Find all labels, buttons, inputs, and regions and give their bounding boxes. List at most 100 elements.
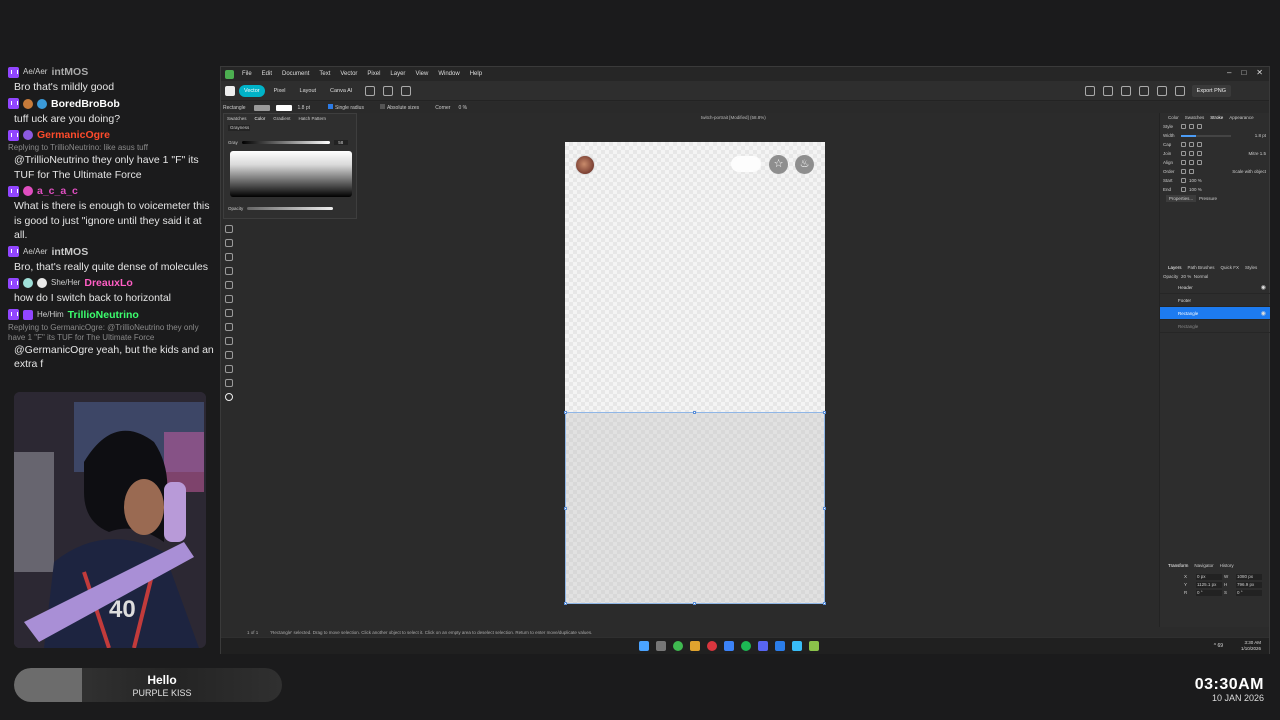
blend-mode-dropdown[interactable]: Normal — [1194, 274, 1209, 279]
tab-path-brushes[interactable]: Path Brushes — [1188, 265, 1215, 270]
app-icon[interactable] — [707, 641, 717, 651]
transform-y-field[interactable]: 1125.1 px — [1196, 582, 1222, 588]
tab-color[interactable]: Color — [1168, 115, 1179, 120]
folder-icon[interactable] — [690, 641, 700, 651]
pill-shape[interactable] — [731, 156, 761, 172]
single-radius-checkbox[interactable] — [328, 104, 334, 109]
app-icon[interactable] — [775, 641, 785, 651]
close-icon[interactable]: ✕ — [1256, 68, 1263, 77]
brush-tool-icon[interactable] — [225, 323, 233, 331]
menu-file[interactable]: File — [242, 71, 252, 77]
pencil-tool-icon[interactable] — [225, 281, 233, 289]
tab-transform[interactable]: Transform — [1168, 563, 1188, 568]
export-png-button[interactable]: Export PNG — [1191, 85, 1231, 97]
menu-vector[interactable]: Vector — [340, 71, 357, 77]
tab-swatches[interactable]: Swatches — [1185, 115, 1205, 120]
node-tool-icon[interactable] — [225, 239, 233, 247]
avatar-image[interactable] — [575, 155, 595, 175]
shape-tool-icon[interactable] — [225, 253, 233, 261]
width-slider[interactable] — [1181, 134, 1231, 137]
menu-view[interactable]: View — [415, 71, 428, 77]
transform-s-field[interactable]: 0 ° — [1236, 590, 1262, 596]
menu-document[interactable]: Document — [282, 71, 309, 77]
fill-tool-icon[interactable] — [225, 337, 233, 345]
tab-history[interactable]: History — [1220, 563, 1234, 568]
browser-icon[interactable] — [673, 641, 683, 651]
persona-canva-ai[interactable]: Canva AI — [325, 85, 357, 97]
tab-swatches[interactable]: Swatches — [227, 116, 247, 121]
app-icon[interactable] — [724, 641, 734, 651]
transform-x-field[interactable]: 0 px — [1196, 574, 1222, 580]
menu-layer[interactable]: Layer — [390, 71, 405, 77]
window-icon[interactable] — [383, 85, 394, 96]
align-icon[interactable] — [1103, 85, 1113, 96]
stroke-dash-icon[interactable] — [1197, 124, 1202, 129]
star-icon[interactable]: ☆ — [769, 155, 788, 174]
start-scale[interactable]: 100 % — [1189, 178, 1202, 183]
page-indicator[interactable]: 1 of 1 — [247, 630, 258, 635]
order-front-icon[interactable] — [1181, 169, 1186, 174]
discord-icon[interactable] — [758, 641, 768, 651]
menu-pixel[interactable]: Pixel — [367, 71, 380, 77]
cap-butt-icon[interactable] — [1181, 142, 1186, 147]
gray-slider[interactable] — [241, 141, 330, 144]
mitre-value[interactable]: 1.5 — [1260, 151, 1266, 156]
tab-gradient[interactable]: Gradient — [273, 116, 290, 121]
search-icon[interactable] — [656, 641, 666, 651]
end-scale[interactable]: 100 % — [1189, 187, 1202, 192]
layer-row[interactable]: Header ◉ — [1160, 281, 1270, 294]
tab-navigator[interactable]: Navigator — [1194, 563, 1213, 568]
selected-rectangle[interactable] — [564, 411, 826, 605]
resize-handle[interactable] — [823, 411, 826, 414]
start-icon[interactable] — [639, 641, 649, 651]
visibility-icon[interactable]: ◉ — [1261, 310, 1266, 317]
end-arrow-icon[interactable] — [1181, 187, 1186, 192]
resize-handle[interactable] — [823, 507, 826, 510]
flip-icon[interactable] — [1139, 85, 1149, 96]
color-wheel-icon[interactable] — [225, 393, 233, 401]
tab-color[interactable]: Color — [255, 116, 266, 121]
stroke-none-icon[interactable] — [1181, 124, 1186, 129]
join-round-icon[interactable] — [1189, 151, 1194, 156]
order-back-icon[interactable] — [1189, 169, 1194, 174]
menu-text[interactable]: Text — [319, 71, 330, 77]
artboard[interactable]: ☆ ♨ — [564, 142, 826, 605]
system-tray[interactable]: ^ 69 — [1214, 643, 1223, 649]
persona-layout[interactable]: Layout — [295, 85, 322, 97]
start-arrow-icon[interactable] — [1181, 178, 1186, 183]
layer-opacity-value[interactable]: 20 % — [1181, 274, 1191, 279]
transform-r-field[interactable]: 0 ° — [1196, 590, 1222, 596]
pen-tool-icon[interactable] — [225, 267, 233, 275]
menu-help[interactable]: Help — [470, 71, 482, 77]
cap-square-icon[interactable] — [1197, 142, 1202, 147]
visibility-icon[interactable]: ◉ — [1261, 284, 1266, 291]
layer-row[interactable]: Footer — [1160, 294, 1270, 307]
width-value[interactable]: 1.8 pt — [1255, 133, 1266, 138]
crop-tool-icon[interactable] — [225, 309, 233, 317]
more-icon[interactable] — [365, 85, 376, 96]
absolute-sizes-checkbox[interactable] — [379, 104, 385, 109]
stroke-swatch[interactable] — [275, 104, 292, 111]
resize-handle[interactable] — [823, 602, 826, 605]
transform-h-field[interactable]: 796.9 px — [1236, 582, 1262, 588]
tab-quick-fx[interactable]: Quick FX — [1221, 265, 1240, 270]
zoom-tool-icon[interactable] — [225, 365, 233, 373]
tab-hatch-pattern[interactable]: Hatch Pattern — [299, 116, 327, 121]
move-tool-icon[interactable] — [225, 225, 233, 233]
gray-value-field[interactable]: 58 — [333, 140, 348, 145]
more-tools-icon[interactable] — [225, 379, 233, 387]
stroke-solid-icon[interactable] — [1189, 124, 1194, 129]
boolean-icon[interactable] — [1157, 85, 1167, 96]
tab-stroke[interactable]: Stroke — [1210, 115, 1223, 120]
transform-icon[interactable] — [1121, 85, 1131, 96]
hand-tool-icon[interactable] — [225, 351, 233, 359]
persona-vector[interactable]: Vector — [239, 84, 265, 97]
cap-round-icon[interactable] — [1189, 142, 1194, 147]
tab-layers[interactable]: Layers — [1168, 265, 1182, 270]
resize-handle[interactable] — [693, 411, 696, 414]
properties-button[interactable]: Properties... — [1166, 195, 1196, 202]
document-tab[interactable]: twitch-portrait [Modified] (58.8%) — [701, 115, 766, 120]
color-mode-dropdown[interactable]: Grayness — [228, 125, 250, 131]
menu-window[interactable]: Window — [438, 71, 459, 77]
cake-icon[interactable]: ♨ — [795, 155, 814, 174]
